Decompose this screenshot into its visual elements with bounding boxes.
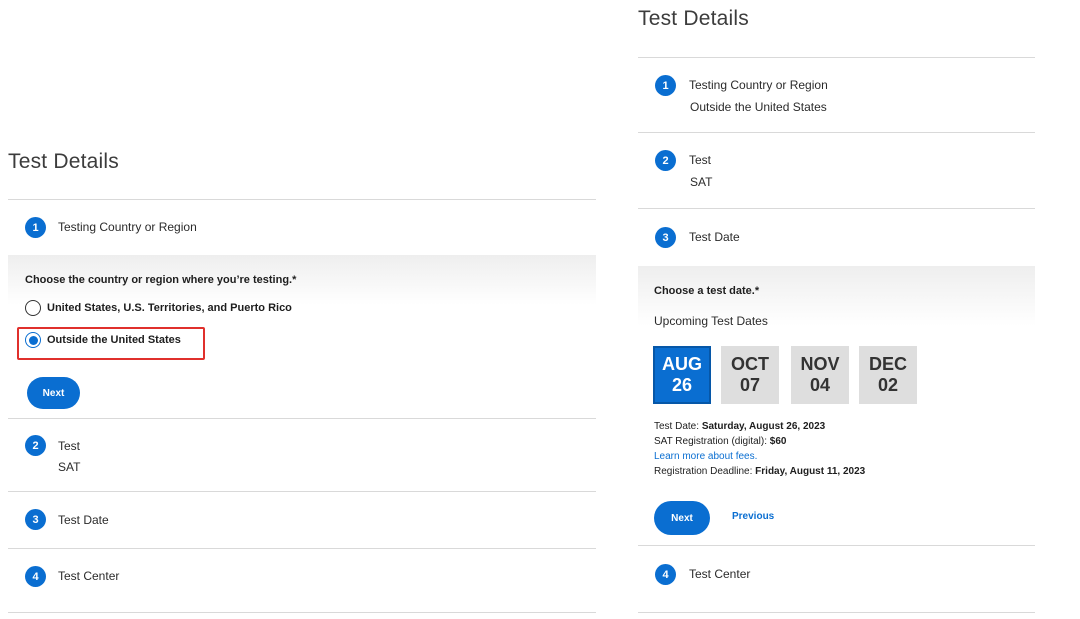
step-label: Testing Country or Region: [58, 220, 197, 234]
step-number: 3: [25, 509, 46, 530]
step-label: Test: [689, 153, 712, 167]
page-title: Test Details: [8, 150, 119, 173]
next-button[interactable]: Next: [654, 501, 710, 535]
step-label: Testing Country or Region: [689, 78, 828, 92]
upcoming-dates-heading: Upcoming Test Dates: [654, 314, 768, 328]
radio-label: Outside the United States: [47, 334, 181, 346]
right-panel: Test Details 1 Testing Country or Region…: [638, 0, 1035, 619]
step-value: SAT: [58, 460, 81, 474]
date-tile-oct-07[interactable]: OCT 07: [721, 346, 779, 404]
info-value: Saturday, August 26, 2023: [701, 421, 826, 432]
step-test-center[interactable]: 4 Test Center: [8, 548, 596, 612]
page-title: Test Details: [638, 7, 749, 30]
step-number: 3: [655, 227, 676, 248]
info-label: SAT Registration (digital):: [654, 436, 770, 447]
date-month: AUG: [662, 354, 702, 374]
date-day: 07: [739, 375, 761, 395]
date-month: DEC: [868, 354, 907, 374]
date-tile-nov-04[interactable]: NOV 04: [791, 346, 849, 404]
step-testing-country[interactable]: 1 Testing Country or Region Outside the …: [638, 57, 1035, 132]
divider: [638, 612, 1035, 613]
step-number: 4: [655, 564, 676, 585]
next-button[interactable]: Next: [27, 377, 80, 409]
fees-link[interactable]: Learn more about fees.: [654, 451, 757, 462]
step-number: 4: [25, 566, 46, 587]
step-number: 1: [25, 217, 46, 238]
step-test[interactable]: 2 Test SAT: [638, 132, 1035, 208]
date-tile-aug-26[interactable]: AUG 26: [653, 346, 711, 404]
step-testing-country[interactable]: 1 Testing Country or Region: [8, 199, 596, 255]
divider: [8, 612, 596, 613]
step-value: Outside the United States: [690, 100, 827, 114]
radio-option-us[interactable]: United States, U.S. Territories, and Pue…: [25, 300, 292, 316]
question-text: Choose a test date.*: [654, 285, 760, 297]
previous-link[interactable]: Previous: [732, 511, 774, 522]
step-number: 1: [655, 75, 676, 96]
test-date-info: Test Date: Saturday, August 26, 2023: [654, 421, 825, 432]
step-label: Test Center: [689, 567, 751, 581]
step-test-date[interactable]: 3 Test Date: [638, 208, 1035, 266]
radio-button-selected[interactable]: [25, 332, 41, 348]
step-label: Test: [58, 439, 81, 453]
date-day: 26: [671, 375, 693, 395]
date-month: OCT: [731, 354, 769, 374]
deadline-info: Registration Deadline: Friday, August 11…: [654, 466, 865, 477]
step-number: 2: [25, 435, 46, 456]
step-test[interactable]: 2 Test SAT: [8, 418, 596, 492]
date-day: 02: [877, 375, 899, 395]
info-value: $60: [769, 436, 787, 447]
radio-option-outside-us[interactable]: Outside the United States: [25, 332, 181, 348]
step-test-center[interactable]: 4 Test Center: [638, 545, 1035, 612]
info-value: Friday, August 11, 2023: [755, 466, 866, 477]
date-tile-dec-02[interactable]: DEC 02: [859, 346, 917, 404]
date-day: 04: [809, 375, 831, 395]
info-label: Registration Deadline:: [654, 466, 756, 477]
step-number: 2: [655, 150, 676, 171]
info-label: Test Date:: [654, 421, 702, 432]
radio-label: United States, U.S. Territories, and Pue…: [47, 302, 292, 314]
step-label: Test Center: [58, 569, 120, 583]
left-panel: Test Details 1 Testing Country or Region…: [8, 0, 596, 619]
step-label: Test Date: [689, 230, 740, 244]
step-test-date[interactable]: 3 Test Date: [8, 491, 596, 548]
registration-fee-info: SAT Registration (digital): $60: [654, 436, 786, 447]
question-text: Choose the country or region where you’r…: [25, 274, 297, 286]
step-label: Test Date: [58, 513, 109, 527]
step-value: SAT: [690, 175, 713, 189]
radio-button[interactable]: [25, 300, 41, 316]
date-month: NOV: [800, 354, 840, 374]
